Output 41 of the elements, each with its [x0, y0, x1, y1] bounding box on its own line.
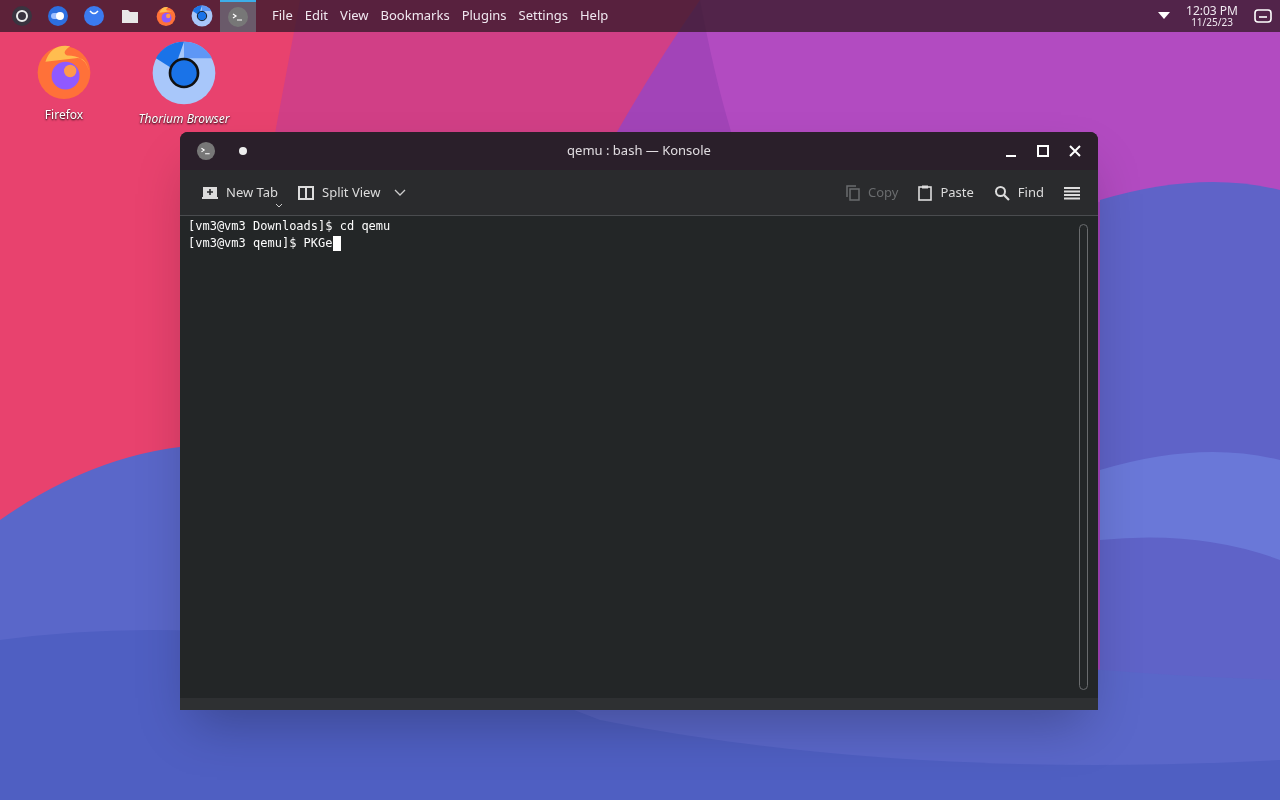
toolbar-button[interactable]: Find	[989, 182, 1048, 203]
launcher-icon	[11, 5, 33, 27]
pin-icon[interactable]	[238, 146, 248, 156]
menu-item[interactable]: File	[268, 6, 297, 26]
text-cursor	[332, 236, 341, 251]
browser-icon	[151, 40, 217, 106]
search-icon	[993, 184, 1010, 201]
browser-icon	[191, 5, 213, 27]
chevron-icon[interactable]	[394, 188, 407, 197]
new-tab-icon	[202, 185, 218, 200]
clock-date: 11/25/23	[1191, 17, 1233, 27]
close-icon[interactable]	[1068, 144, 1082, 158]
maximize-icon[interactable]	[1036, 144, 1050, 158]
toolbar-button[interactable]: New Tab	[198, 182, 283, 203]
menu-item[interactable]: Bookmarks	[376, 6, 454, 26]
desktop-icon-label[interactable]: Thorium Browser	[138, 110, 230, 128]
menu-item[interactable]: Settings	[514, 6, 572, 26]
menu-item[interactable]: Plugins	[457, 6, 511, 26]
clock-time: 12:03 PM	[1186, 5, 1238, 17]
terminal-line: [vm3@vm3 qemu]$ PKGe	[188, 235, 333, 252]
firefox-icon	[155, 5, 177, 27]
folder-icon	[121, 8, 139, 24]
copy-icon	[846, 184, 860, 201]
terminal-icon	[227, 6, 249, 28]
toggle-icon	[47, 5, 69, 27]
dropdown-icon	[276, 204, 283, 209]
menu-icon[interactable]	[1064, 185, 1080, 200]
terminal-line: [vm3@vm3 Downloads]$ cd qemu	[188, 218, 391, 235]
window-title: qemu : bash — Konsole	[567, 141, 711, 161]
bag-icon	[83, 5, 105, 27]
split-view-icon	[298, 185, 315, 200]
show-desktop-icon[interactable]	[1254, 9, 1272, 23]
menu-item[interactable]: View	[336, 6, 373, 26]
clipboard-icon	[918, 184, 933, 201]
menu-item[interactable]: Edit	[300, 6, 333, 26]
toolbar-button[interactable]: Paste	[914, 182, 978, 203]
terminal-icon	[196, 141, 216, 161]
toolbar-button[interactable]: Split View	[294, 182, 385, 203]
menu-item[interactable]: Help	[576, 6, 613, 26]
desktop-icon-label[interactable]: Firefox	[44, 106, 84, 124]
caret-icon[interactable]	[1158, 12, 1171, 20]
